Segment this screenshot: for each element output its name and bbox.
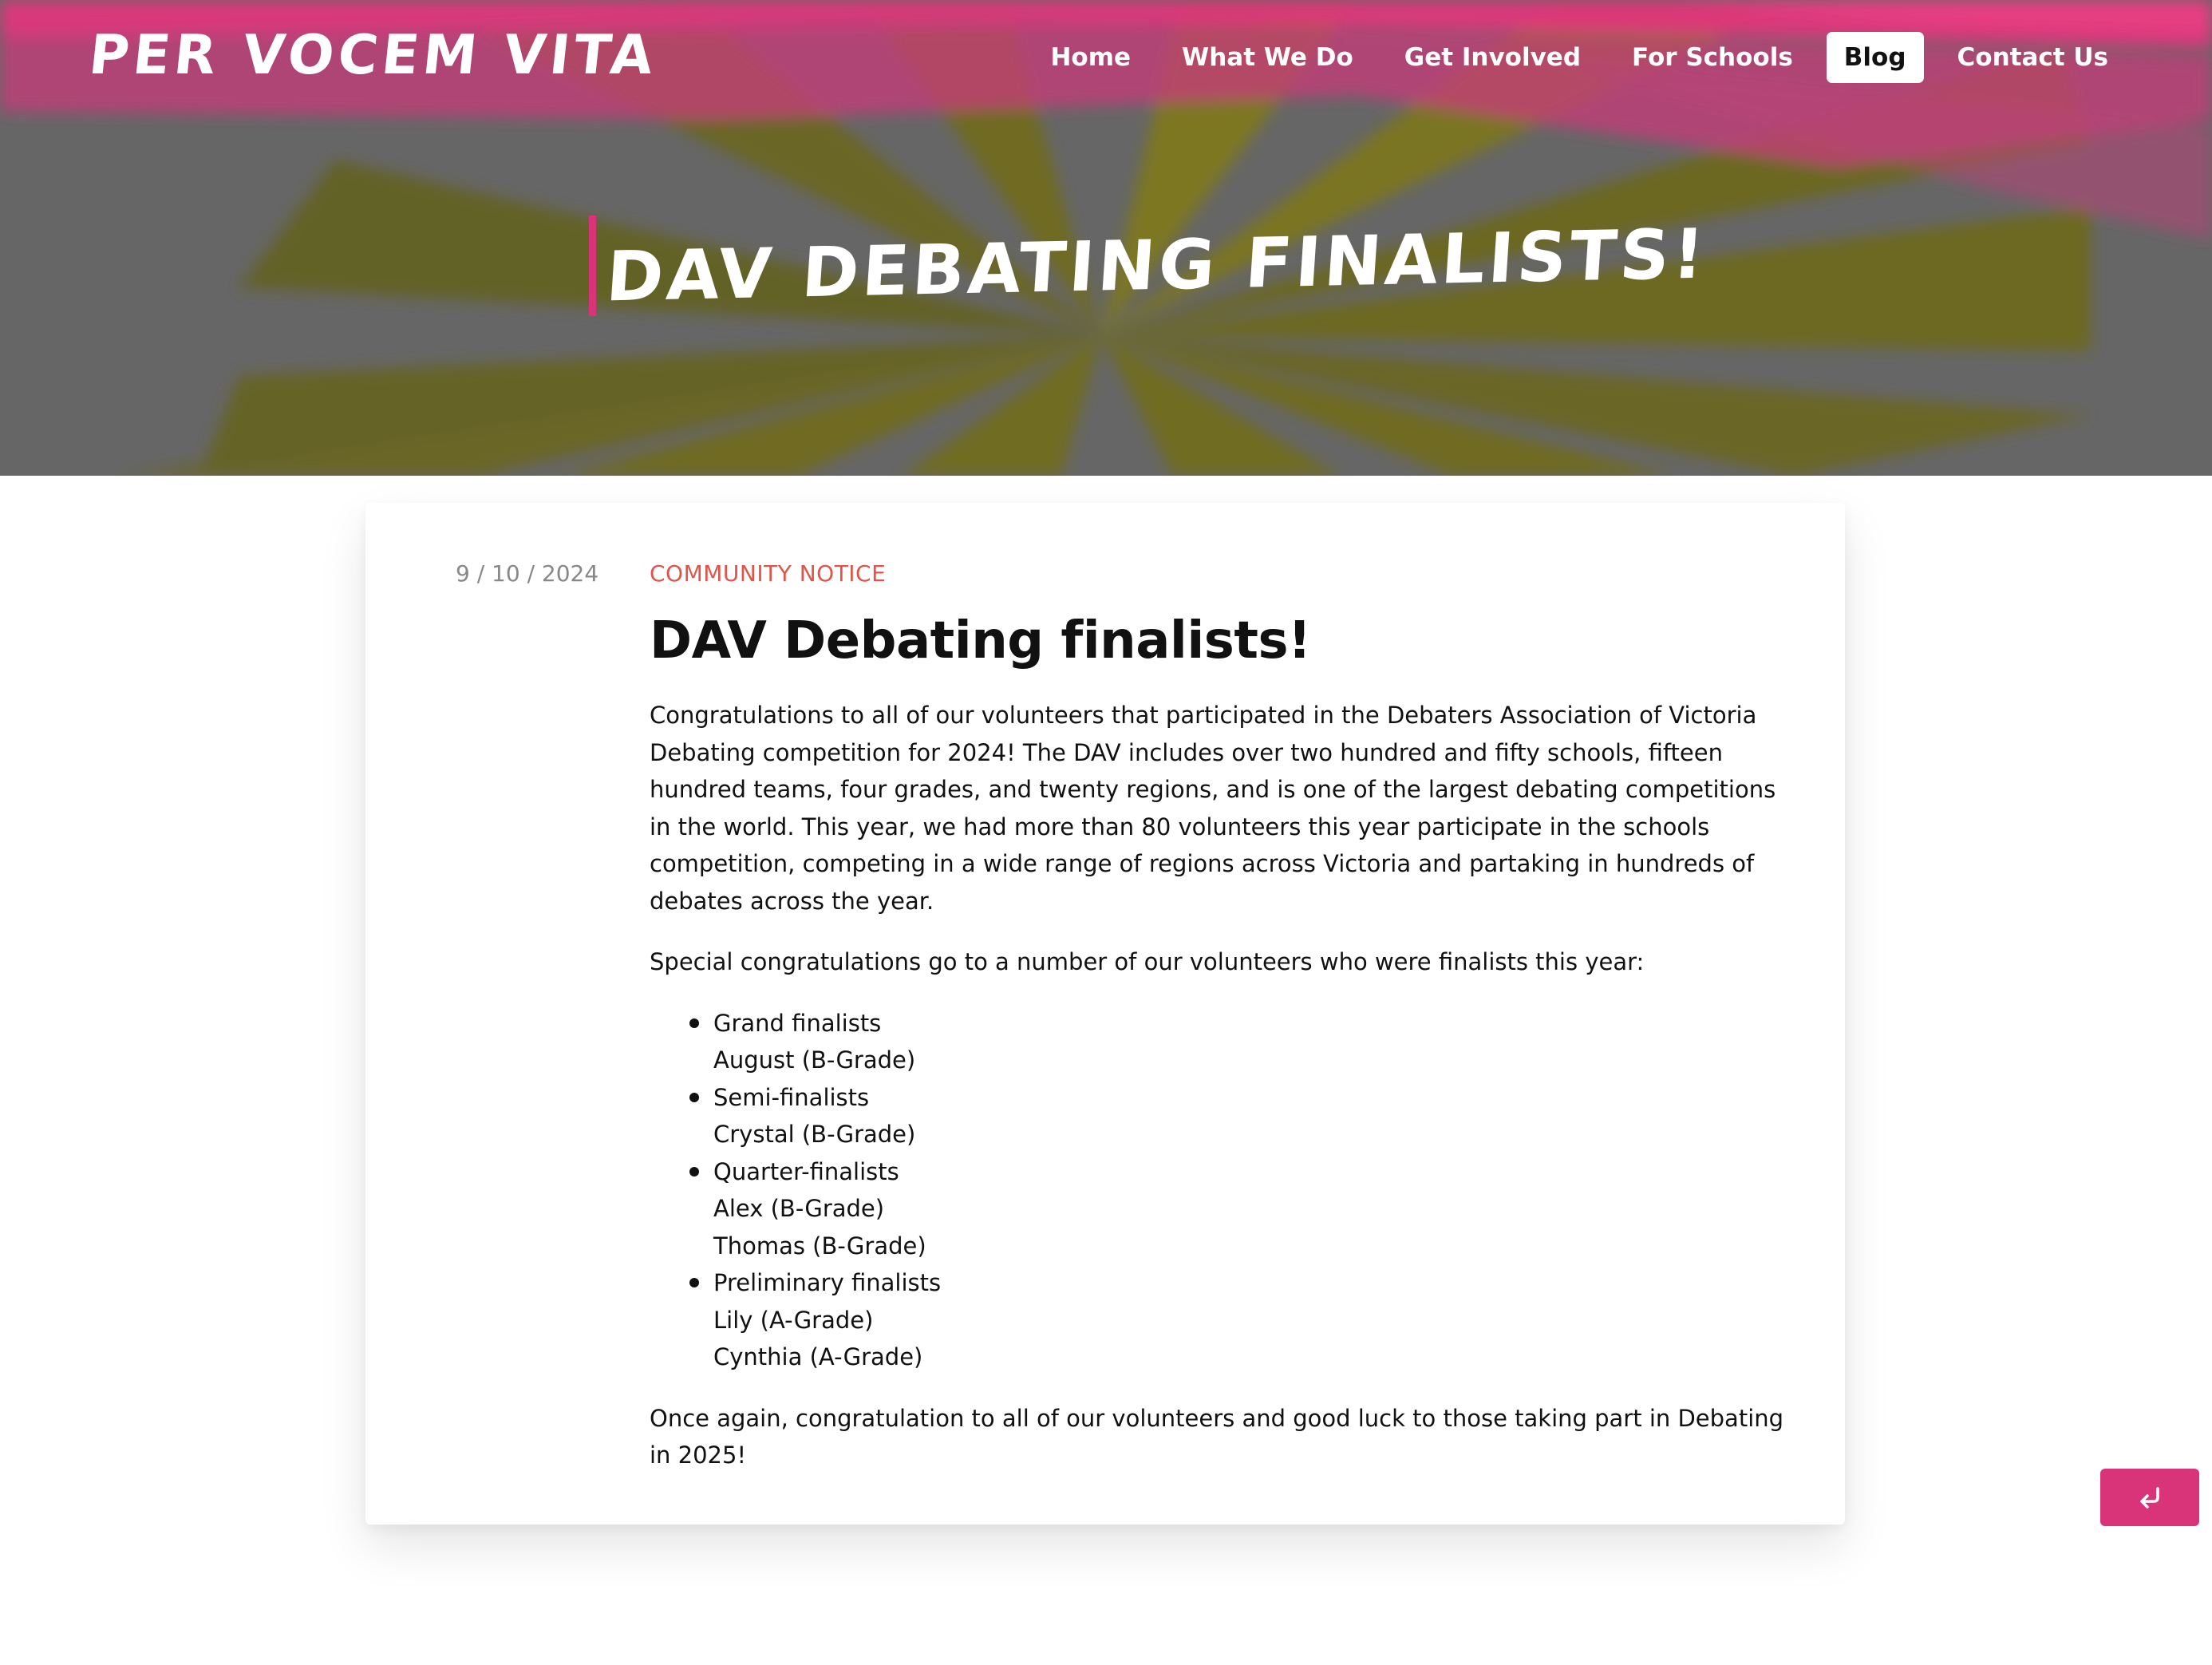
post-special-paragraph: Special congratulations go to a number o…: [650, 948, 1645, 975]
finalist-name: Cynthia (A-Grade): [713, 1343, 923, 1370]
finalist-name: Alex (B-Grade): [713, 1195, 885, 1222]
finalist-stage: Quarter-finalists: [713, 1157, 899, 1185]
finalist-stage: Semi-finalists: [713, 1083, 870, 1111]
list-item: Semi-finalists Crystal (B-Grade): [689, 1079, 1799, 1153]
hero-title: DAV DEBATING FINALISTS!: [603, 214, 1710, 318]
finalist-name: Crystal (B-Grade): [713, 1121, 916, 1148]
post-date: 9 / 10 / 2024: [456, 560, 599, 587]
nav-what-we-do[interactable]: What We Do: [1164, 32, 1371, 83]
finalist-name: Lily (A-Grade): [713, 1306, 874, 1334]
bullet-icon: [689, 1018, 699, 1028]
list-item: Preliminary finalists Lily (A-Grade) Cyn…: [689, 1264, 1799, 1376]
bullet-icon: [689, 1166, 699, 1177]
post-closing-paragraph: Once again, congratulation to all of our…: [650, 1404, 1784, 1469]
finalist-name: Thomas (B-Grade): [713, 1232, 926, 1260]
post-title: DAV Debating finalists!: [650, 611, 1311, 670]
bullet-icon: [689, 1278, 699, 1287]
return-arrow-icon: [2140, 1487, 2159, 1509]
bullet-icon: [689, 1092, 699, 1102]
nav-blog[interactable]: Blog: [1826, 32, 1924, 83]
hero-title-block: DAV DEBATING FINALISTS!: [589, 215, 1710, 317]
post-body: COMMUNITY NOTICE DAV Debating finalists!…: [650, 560, 1799, 1498]
main-navigation: Home What We Do Get Involved For Schools…: [1033, 32, 2126, 83]
hero-banner: PER VOCEM VITA Home What We Do Get Invol…: [0, 0, 2212, 476]
finalist-stage: Grand finalists: [713, 1009, 882, 1037]
finalist-name: August (B-Grade): [713, 1046, 916, 1074]
hero-title-accent-bar: [589, 216, 596, 316]
post-intro-paragraph: Congratulations to all of our volunteers…: [650, 702, 1776, 915]
site-logo[interactable]: PER VOCEM VITA: [86, 24, 660, 87]
list-item: Quarter-finalists Alex (B-Grade) Thomas …: [689, 1153, 1799, 1265]
list-item: Grand finalists August (B-Grade): [689, 1005, 1799, 1079]
nav-home[interactable]: Home: [1033, 32, 1148, 83]
finalists-list: Grand finalists August (B-Grade) Semi-fi…: [650, 1005, 1799, 1376]
back-button[interactable]: [2100, 1469, 2199, 1526]
nav-for-schools[interactable]: For Schools: [1614, 32, 1811, 83]
post-category[interactable]: COMMUNITY NOTICE: [650, 560, 1799, 587]
nav-get-involved[interactable]: Get Involved: [1387, 32, 1598, 83]
nav-contact-us[interactable]: Contact Us: [1940, 32, 2126, 83]
finalist-stage: Preliminary finalists: [713, 1269, 942, 1296]
post-card: 9 / 10 / 2024 COMMUNITY NOTICE DAV Debat…: [365, 503, 1845, 1525]
